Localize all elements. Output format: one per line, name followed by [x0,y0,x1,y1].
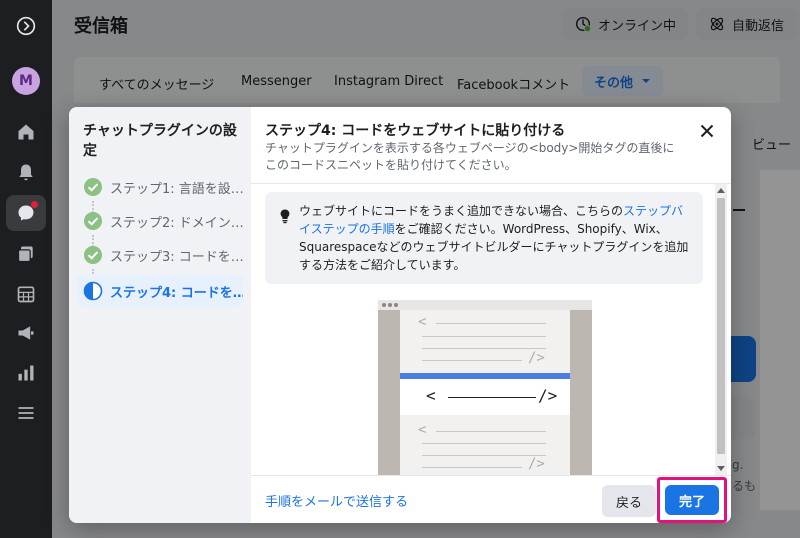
step-label: ステップ1: 言語を設… [110,181,243,197]
nav-rail: M [0,0,52,538]
steps-sidebar: チャットプラグインの設定 ステップ1: 言語を設… ステップ2: ドメイン… ス… [69,107,251,523]
step-content: ステップ4: コードをウェブサイトに貼り付ける チャットプラグインを表示する各ウ… [251,107,731,523]
posts-icon[interactable] [14,242,38,266]
scroll-down-arrow-icon[interactable] [717,466,725,471]
snippet-line [448,397,536,398]
code-placement-illustration: < /> < /> < /> [378,300,592,475]
calendar-icon[interactable] [14,282,38,306]
step-item-3[interactable]: ステップ3: コードを… [77,239,243,271]
check-circle-icon [84,178,102,196]
code-line [436,323,546,324]
browser-bar [378,300,592,310]
browser-dot [382,303,386,307]
done-button-highlight: 完了 [657,477,727,523]
close-button[interactable] [697,121,717,141]
meta-business-logo-icon[interactable] [14,14,38,38]
code-line [422,336,546,337]
browser-dot [394,303,398,307]
code-open-tag: < [418,422,427,438]
code-close-tag: /> [528,456,545,472]
close-icon [700,124,714,138]
megaphone-icon[interactable] [14,321,38,345]
code-line [422,348,546,349]
scroll-thumb[interactable] [717,198,725,454]
scroll-up-arrow-icon[interactable] [717,188,725,193]
browser-page: < /> < /> < /> [400,310,570,475]
chat-plugin-setup-dialog: チャットプラグインの設定 ステップ1: 言語を設… ステップ2: ドメイン… ス… [69,107,731,523]
code-line [422,443,546,444]
check-circle-icon [84,246,102,264]
step-item-2[interactable]: ステップ2: ドメイン… [77,205,243,237]
email-instructions-link[interactable]: 手順をメールで送信する [265,491,408,510]
code-open-tag: < [418,314,427,330]
notification-dot [31,201,38,208]
snippet-close-tag: /> [538,386,558,405]
code-close-tag: /> [528,350,545,366]
step-item-1[interactable]: ステップ1: 言語を設… [77,171,243,203]
snippet-open-tag: < [426,386,436,405]
code-line [436,431,546,432]
half-circle-progress-icon [83,281,103,301]
browser-dot [388,303,392,307]
help-text-before: ウェブサイトにコードをうまく追加できない場合、こちらの [299,204,624,218]
dialog-subtitle: チャットプラグインを表示する各ウェブページの<body>開始タグの直後にこのコー… [265,141,675,172]
sidebar-title: チャットプラグインの設定 [83,123,237,159]
help-info-box: ウェブサイトにコードをうまく追加できない場合、こちらのステップバイステップの手順… [265,192,703,284]
menu-hamburger-icon[interactable] [14,401,38,425]
vertical-scrollbar[interactable] [715,184,727,475]
step-item-4[interactable]: ステップ4: コードを… [77,275,243,307]
avatar[interactable]: M [12,67,40,95]
done-button[interactable]: 完了 [665,485,719,515]
check-circle-icon [84,212,102,230]
step-label: ステップ3: コードを… [110,249,243,265]
step-label: ステップ2: ドメイン… [110,215,243,231]
code-line [422,360,522,361]
dialog-footer: 手順をメールで送信する 戻る 完了 [251,475,731,523]
scrollable-content[interactable]: ウェブサイトにコードをうまく追加できない場合、こちらのステップバイステップの手順… [251,183,731,475]
help-info-text: ウェブサイトにコードをうまく追加できない場合、こちらのステップバイステップの手順… [299,202,695,274]
home-icon[interactable] [14,120,38,144]
dialog-title: ステップ4: コードをウェブサイトに貼り付ける [265,123,566,139]
bell-icon[interactable] [14,160,38,184]
lightbulb-icon [280,209,290,224]
code-line [422,467,522,468]
back-button[interactable]: 戻る [602,485,656,517]
step-label: ステップ4: コードを… [110,285,243,301]
insights-bar-chart-icon[interactable] [14,361,38,385]
